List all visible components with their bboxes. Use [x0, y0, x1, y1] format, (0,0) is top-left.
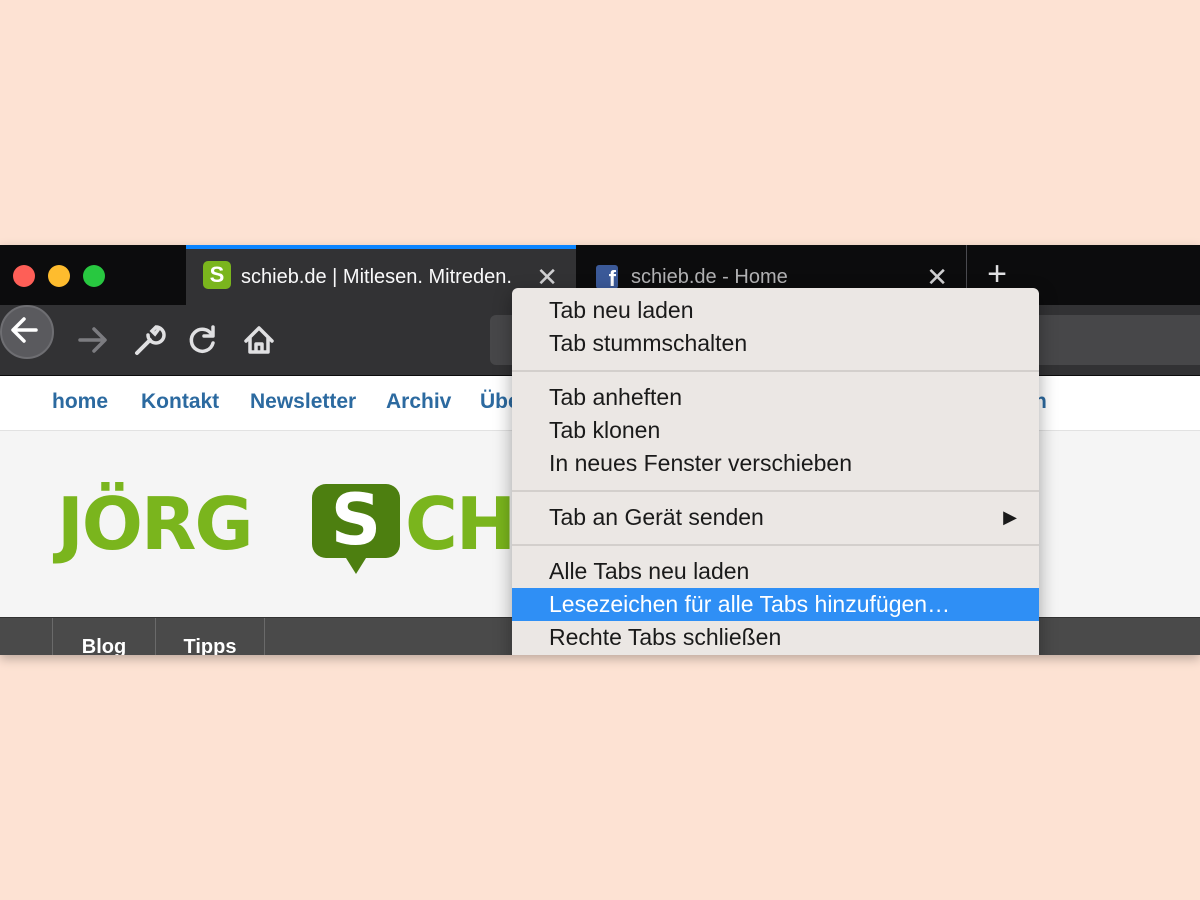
logo-letter-s: S — [330, 479, 382, 561]
tab-title: schieb.de | Mitlesen. Mitreden. — [241, 266, 512, 288]
menu-item-label: Tab stummschalten — [549, 330, 748, 356]
window-close-button[interactable] — [13, 265, 35, 287]
menu-item-label: Tab klonen — [549, 417, 661, 443]
logo-speech-bubble-icon: S — [312, 480, 400, 574]
home-icon — [244, 326, 274, 354]
logo-text-ch: CH — [405, 482, 516, 566]
menu-item-label: Rechte Tabs schließen — [549, 624, 782, 650]
site-logo[interactable]: JÖRG S CH — [57, 480, 537, 574]
tab-close-icon[interactable]: ✕ — [536, 264, 558, 290]
submenu-arrow-icon: ▶ — [1003, 507, 1017, 527]
menu-separator — [512, 370, 1039, 372]
browser-window: S schieb.de | Mitlesen. Mitreden. ✕ f sc… — [0, 245, 1200, 655]
reload-button[interactable] — [178, 305, 228, 375]
menu-item-label: In neues Fenster verschieben — [549, 450, 853, 476]
favicon-letter: S — [209, 262, 225, 287]
logo-text-joerg: JÖRG — [57, 482, 254, 566]
menu-item-label: Tab anheften — [549, 384, 683, 410]
menu-item-reload-all-tabs[interactable]: Alle Tabs neu laden — [512, 555, 1039, 588]
site-link-kontakt[interactable]: Kontakt — [141, 390, 219, 414]
menu-item-reload-tab[interactable]: Tab neu laden — [512, 294, 1039, 327]
menu-separator — [512, 544, 1039, 546]
menu-item-tipps[interactable]: Tipps — [155, 618, 265, 655]
window-minimize-button[interactable] — [48, 265, 70, 287]
menu-item-duplicate-tab[interactable]: Tab klonen — [512, 414, 1039, 447]
menu-item-blog[interactable]: Blog — [52, 618, 156, 655]
back-button[interactable] — [0, 305, 54, 359]
tab-close-icon[interactable]: ✕ — [926, 264, 948, 290]
menu-item-label: Alle Tabs neu laden — [549, 558, 750, 584]
window-maximize-button[interactable] — [83, 265, 105, 287]
forward-button[interactable] — [68, 305, 118, 375]
menu-item-pin-tab[interactable]: Tab anheften — [512, 381, 1039, 414]
tab-title: schieb.de - Home — [631, 266, 788, 288]
menu-item-label: Tab an Gerät senden — [549, 504, 764, 530]
tools-button[interactable] — [122, 305, 172, 375]
wrench-icon — [135, 325, 166, 355]
menu-separator — [512, 490, 1039, 492]
menu-item-send-tab-to-device[interactable]: Tab an Gerät senden ▶ — [512, 501, 1039, 534]
menu-item-move-to-new-window[interactable]: In neues Fenster verschieben — [512, 447, 1039, 480]
arrow-right-icon — [78, 327, 107, 353]
menu-item-close-tabs-to-right[interactable]: Rechte Tabs schließen — [512, 621, 1039, 654]
schieb-favicon-icon: S — [203, 261, 231, 289]
arrow-left-icon — [11, 317, 38, 343]
site-link-archiv[interactable]: Archiv — [386, 390, 451, 414]
site-link-home[interactable]: home — [52, 390, 108, 414]
home-button[interactable] — [234, 305, 284, 375]
menu-item-bookmark-all-tabs[interactable]: Lesezeichen für alle Tabs hinzufügen… — [512, 588, 1039, 621]
site-link-newsletter[interactable]: Newsletter — [250, 390, 356, 414]
tab-context-menu: Tab neu laden Tab stummschalten Tab anhe… — [512, 288, 1039, 655]
menu-item-label: Lesezeichen für alle Tabs hinzufügen… — [549, 591, 951, 617]
menu-item-label: Tab neu laden — [549, 297, 694, 323]
reload-icon — [189, 325, 215, 353]
menu-item-mute-tab[interactable]: Tab stummschalten — [512, 327, 1039, 360]
facebook-favicon-icon: f — [596, 265, 618, 291]
